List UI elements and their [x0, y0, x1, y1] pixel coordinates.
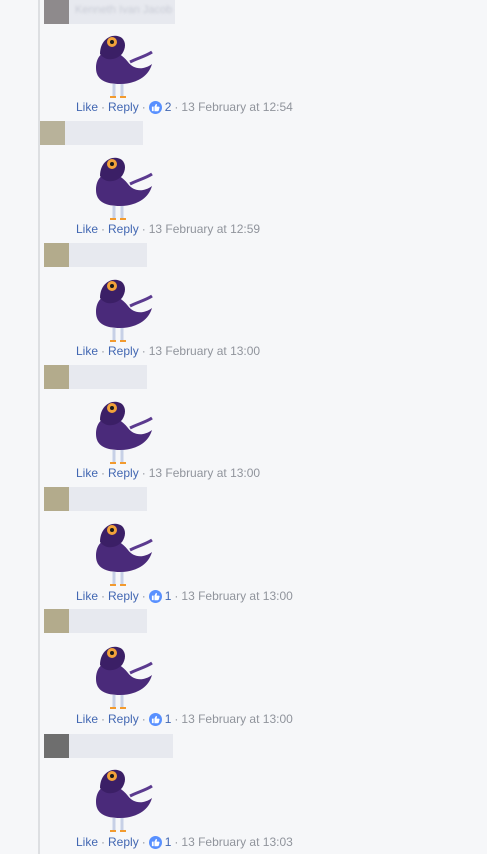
like-link[interactable]: Like	[76, 99, 98, 115]
like-link[interactable]: Like	[76, 221, 98, 237]
timestamp[interactable]: 13 February at 12:59	[149, 221, 260, 237]
purple-pigeon-sticker	[96, 646, 153, 709]
separator: ·	[101, 222, 106, 236]
separator: ·	[141, 100, 146, 114]
reply-link[interactable]: Reply	[108, 834, 139, 850]
timestamp[interactable]: 13 February at 13:03	[181, 834, 292, 850]
reaction-count-value: 1	[164, 589, 172, 603]
purple-pigeon-sticker	[96, 769, 153, 832]
purple-pigeon-sticker	[96, 157, 153, 220]
reply-link[interactable]: Reply	[108, 588, 139, 604]
comment-actions: Like · Reply · 1 · 13 February at 13:00	[76, 711, 293, 727]
timestamp[interactable]: 13 February at 13:00	[149, 343, 260, 359]
separator: ·	[174, 100, 179, 114]
separator: ·	[141, 835, 146, 849]
purple-pigeon-sticker	[96, 401, 153, 464]
avatar[interactable]	[44, 365, 69, 389]
reply-link[interactable]: Reply	[108, 221, 139, 237]
avatar[interactable]	[44, 243, 69, 267]
author-name-blurred[interactable]: Kenneth Ivan Jacob	[69, 0, 175, 24]
reaction-count[interactable]: 1	[148, 588, 172, 604]
like-link[interactable]: Like	[76, 588, 98, 604]
author-name: Kenneth Ivan Jacob	[75, 4, 173, 16]
timestamp[interactable]: 13 February at 13:00	[181, 588, 292, 604]
reaction-count-value: 1	[164, 712, 172, 726]
avatar[interactable]	[40, 121, 65, 145]
author-name-blurred[interactable]	[65, 121, 143, 145]
reply-link[interactable]: Reply	[108, 343, 139, 359]
comment-actions: Like · Reply · 13 February at 12:59	[76, 221, 260, 237]
avatar[interactable]	[44, 487, 69, 511]
purple-pigeon-sticker	[96, 523, 153, 586]
separator: ·	[174, 712, 179, 726]
avatar[interactable]	[44, 734, 69, 758]
like-link[interactable]: Like	[76, 465, 98, 481]
reaction-count[interactable]: 1	[148, 834, 172, 850]
thumbs-up-icon	[148, 712, 162, 726]
reaction-count[interactable]: 2	[148, 99, 172, 115]
author-name-blurred[interactable]	[69, 487, 147, 511]
reply-link[interactable]: Reply	[108, 465, 139, 481]
comment-actions: Like · Reply · 2 · 13 February at 12:54	[76, 99, 293, 115]
separator: ·	[101, 712, 106, 726]
separator: ·	[101, 100, 106, 114]
avatar[interactable]	[44, 609, 69, 633]
author-name-blurred[interactable]	[69, 609, 147, 633]
reply-link[interactable]: Reply	[108, 99, 139, 115]
comment-actions: Like · Reply · 13 February at 13:00	[76, 343, 260, 359]
like-link[interactable]: Like	[76, 711, 98, 727]
reaction-count-value: 2	[164, 100, 172, 114]
comment-actions: Like · Reply · 1 · 13 February at 13:03	[76, 834, 293, 850]
author-name-blurred[interactable]	[69, 365, 147, 389]
separator: ·	[101, 344, 106, 358]
separator: ·	[141, 589, 146, 603]
purple-pigeon-sticker	[96, 35, 153, 98]
separator: ·	[101, 589, 106, 603]
separator: ·	[141, 712, 146, 726]
separator: ·	[101, 466, 106, 480]
like-link[interactable]: Like	[76, 343, 98, 359]
like-link[interactable]: Like	[76, 834, 98, 850]
author-name-blurred[interactable]	[69, 243, 147, 267]
separator: ·	[174, 835, 179, 849]
separator: ·	[141, 466, 146, 480]
separator: ·	[174, 589, 179, 603]
reaction-count-value: 1	[164, 835, 172, 849]
timestamp[interactable]: 13 February at 13:00	[181, 711, 292, 727]
thumbs-up-icon	[148, 589, 162, 603]
timestamp[interactable]: 13 February at 12:54	[181, 99, 292, 115]
reply-link[interactable]: Reply	[108, 711, 139, 727]
separator: ·	[101, 835, 106, 849]
timestamp[interactable]: 13 February at 13:00	[149, 465, 260, 481]
separator: ·	[141, 222, 146, 236]
purple-pigeon-sticker	[96, 279, 153, 342]
reaction-count[interactable]: 1	[148, 711, 172, 727]
comment-actions: Like · Reply · 1 · 13 February at 13:00	[76, 588, 293, 604]
comment-actions: Like · Reply · 13 February at 13:00	[76, 465, 260, 481]
author-name-blurred[interactable]	[69, 734, 173, 758]
separator: ·	[141, 344, 146, 358]
thumbs-up-icon	[148, 835, 162, 849]
avatar[interactable]	[44, 0, 69, 24]
thumbs-up-icon	[148, 100, 162, 114]
